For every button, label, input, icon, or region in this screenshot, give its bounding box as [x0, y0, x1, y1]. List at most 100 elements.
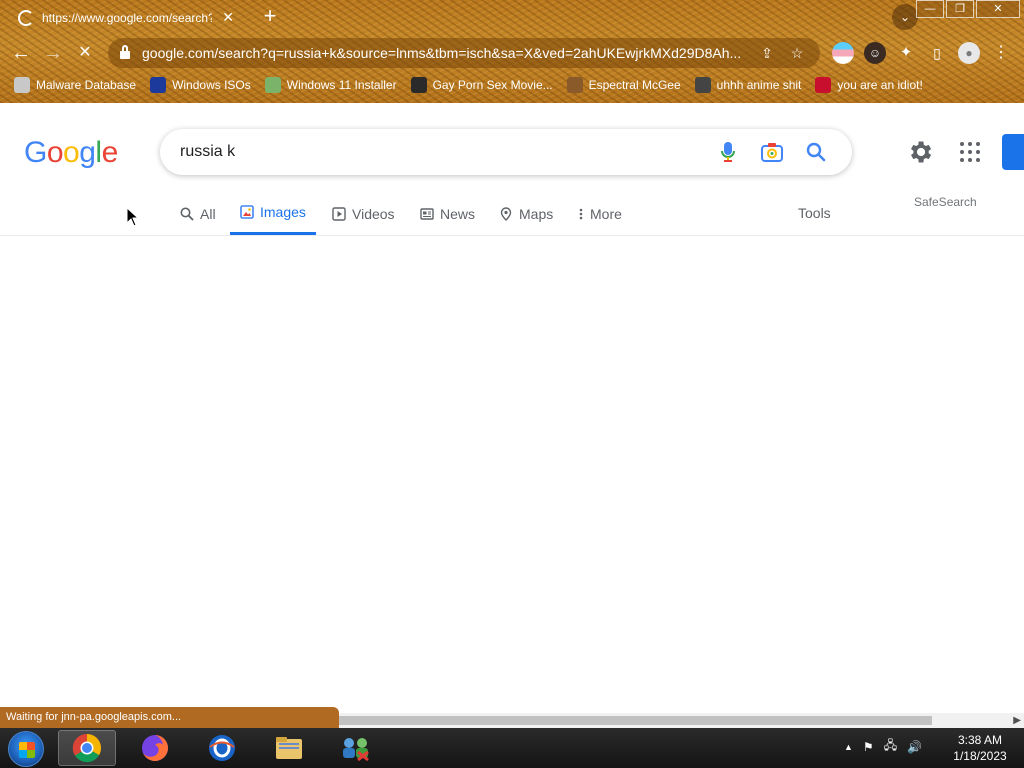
- browser-tab[interactable]: https://www.google.com/search?q ✕: [8, 3, 246, 32]
- horizontal-scrollbar[interactable]: ▶: [339, 713, 1024, 728]
- taskbar-outlook[interactable]: [193, 730, 251, 766]
- bookmark-label: Windows ISOs: [172, 78, 251, 92]
- menu-kebab-icon[interactable]: ⋮: [990, 42, 1012, 64]
- avatar-icon: [566, 77, 583, 93]
- firefox-icon: [142, 735, 168, 761]
- volume-icon[interactable]: 🔊: [907, 740, 922, 754]
- system-clock[interactable]: 3:38 AM 1/18/2023: [940, 732, 1020, 764]
- tab-title: https://www.google.com/search?q: [42, 10, 213, 25]
- google-logo[interactable]: Google: [24, 136, 118, 170]
- outlook-icon: [209, 735, 235, 761]
- tab-images[interactable]: Images: [230, 192, 316, 235]
- tab-more[interactable]: More: [578, 192, 622, 235]
- image-icon: [240, 205, 254, 219]
- window-controls: — ❐ ✕: [914, 0, 1020, 18]
- extension-avatar-icon[interactable]: ☺: [864, 42, 886, 64]
- logo-letter: G: [24, 136, 47, 169]
- logo-letter: o: [63, 136, 80, 169]
- tab-label: All: [200, 205, 216, 222]
- tab-news[interactable]: News: [420, 192, 475, 235]
- blank-icon: [14, 77, 30, 93]
- tab-all[interactable]: All: [180, 192, 216, 235]
- side-panel-icon[interactable]: ▯: [926, 42, 948, 64]
- taskbar-chrome[interactable]: [58, 730, 116, 766]
- bookmark-item[interactable]: uhhh anime shit: [694, 77, 802, 93]
- url-text[interactable]: google.com/search?q=russia+k&source=lnms…: [142, 45, 748, 61]
- clock-time: 3:38 AM: [957, 733, 1003, 747]
- bookmark-item[interactable]: Espectral McGee: [566, 77, 681, 93]
- tab-label: More: [590, 205, 622, 222]
- camera-lens-icon[interactable]: [756, 136, 788, 168]
- tab-label: Videos: [352, 205, 395, 222]
- share-icon[interactable]: ⇪: [756, 45, 778, 62]
- forward-arrow-icon[interactable]: →: [40, 40, 66, 66]
- folder-icon: [276, 737, 302, 759]
- settings-gear-icon[interactable]: [906, 138, 934, 166]
- logo-letter: g: [79, 136, 96, 169]
- taskbar-file-explorer[interactable]: [260, 730, 318, 766]
- tab-close-icon[interactable]: ✕: [220, 9, 236, 26]
- search-tabs: All Images Videos News Maps More: [0, 192, 1024, 236]
- tools-button[interactable]: Tools: [798, 205, 831, 221]
- close-window-button[interactable]: ✕: [976, 0, 1020, 18]
- search-box: [160, 129, 852, 175]
- newspaper-icon: [420, 207, 434, 221]
- loading-spinner-icon: [18, 9, 34, 26]
- taskbar-network-tool[interactable]: [327, 730, 385, 766]
- logo-letter: e: [101, 136, 119, 169]
- sign-in-button[interactable]: [1002, 134, 1024, 170]
- bookmark-label: you are an idiot!: [837, 78, 923, 92]
- image-icon: [264, 77, 281, 93]
- new-tab-button[interactable]: +: [258, 4, 282, 28]
- taskbar-firefox[interactable]: [126, 730, 184, 766]
- search-icon: [180, 207, 194, 221]
- safesearch-link[interactable]: SafeSearch: [914, 195, 977, 209]
- stop-loading-icon[interactable]: ✕: [72, 40, 98, 66]
- bookmark-label: uhhh anime shit: [716, 78, 802, 92]
- lock-icon: [120, 45, 130, 59]
- flag-icon: [815, 77, 832, 93]
- bookmark-label: Windows 11 Installer: [286, 78, 397, 92]
- system-tray: ▲ ⚑ 🖧 🔊: [844, 736, 922, 757]
- play-icon: [332, 206, 346, 221]
- bookmark-item[interactable]: Gay Porn Sex Movie...: [410, 77, 553, 93]
- scrollbar-thumb[interactable]: [339, 716, 932, 725]
- tab-videos[interactable]: Videos: [332, 192, 395, 235]
- apps-grid-icon[interactable]: [958, 140, 982, 164]
- restore-button[interactable]: ❐: [946, 0, 974, 18]
- microphone-icon[interactable]: [712, 136, 744, 168]
- navigation-bar: ← → ✕ google.com/search?q=russia+k&sourc…: [0, 36, 1024, 70]
- site-icon: [410, 77, 427, 93]
- action-center-flag-icon[interactable]: ⚑: [863, 740, 874, 754]
- network-people-icon: [343, 738, 369, 762]
- x-logo-icon: [150, 77, 167, 93]
- network-icon[interactable]: 🖧: [884, 736, 897, 757]
- extensions-puzzle-icon[interactable]: ✦: [895, 42, 917, 64]
- tab-maps[interactable]: Maps: [499, 192, 553, 235]
- clock-date: 1/18/2023: [953, 749, 1007, 763]
- start-button[interactable]: [8, 731, 44, 767]
- profile-avatar-icon[interactable]: ●: [958, 42, 980, 64]
- extension-flag-icon[interactable]: [832, 42, 854, 64]
- tray-chevron-icon[interactable]: ▲: [844, 742, 853, 752]
- address-bar[interactable]: google.com/search?q=russia+k&source=lnms…: [108, 38, 820, 68]
- tab-label: Images: [260, 204, 306, 220]
- bookmark-item[interactable]: Windows ISOs: [150, 77, 251, 93]
- bookmark-star-icon[interactable]: ☆: [786, 45, 808, 62]
- scroll-right-arrow-icon[interactable]: ▶: [1013, 715, 1021, 726]
- avatar-icon: [694, 77, 711, 93]
- bookmark-item[interactable]: you are an idiot!: [815, 77, 923, 93]
- back-arrow-icon[interactable]: ←: [8, 40, 34, 66]
- bookmark-item[interactable]: Windows 11 Installer: [264, 77, 397, 93]
- logo-letter: o: [46, 136, 64, 169]
- bookmark-item[interactable]: Malware Database: [14, 77, 136, 93]
- map-pin-icon: [499, 206, 513, 221]
- bookmarks-bar: Malware Database Windows ISOs Windows 11 I…: [0, 72, 1024, 98]
- tab-label: Maps: [519, 205, 554, 222]
- bookmark-label: Espectral McGee: [588, 78, 681, 92]
- search-icon[interactable]: [800, 136, 832, 168]
- status-bubble: Waiting for jnn-pa.googleapis.com...: [0, 707, 339, 728]
- minimize-button[interactable]: —: [916, 0, 944, 18]
- taskbar: ▲ ⚑ 🖧 🔊 3:38 AM 1/18/2023: [0, 728, 1024, 768]
- search-input[interactable]: [180, 143, 700, 161]
